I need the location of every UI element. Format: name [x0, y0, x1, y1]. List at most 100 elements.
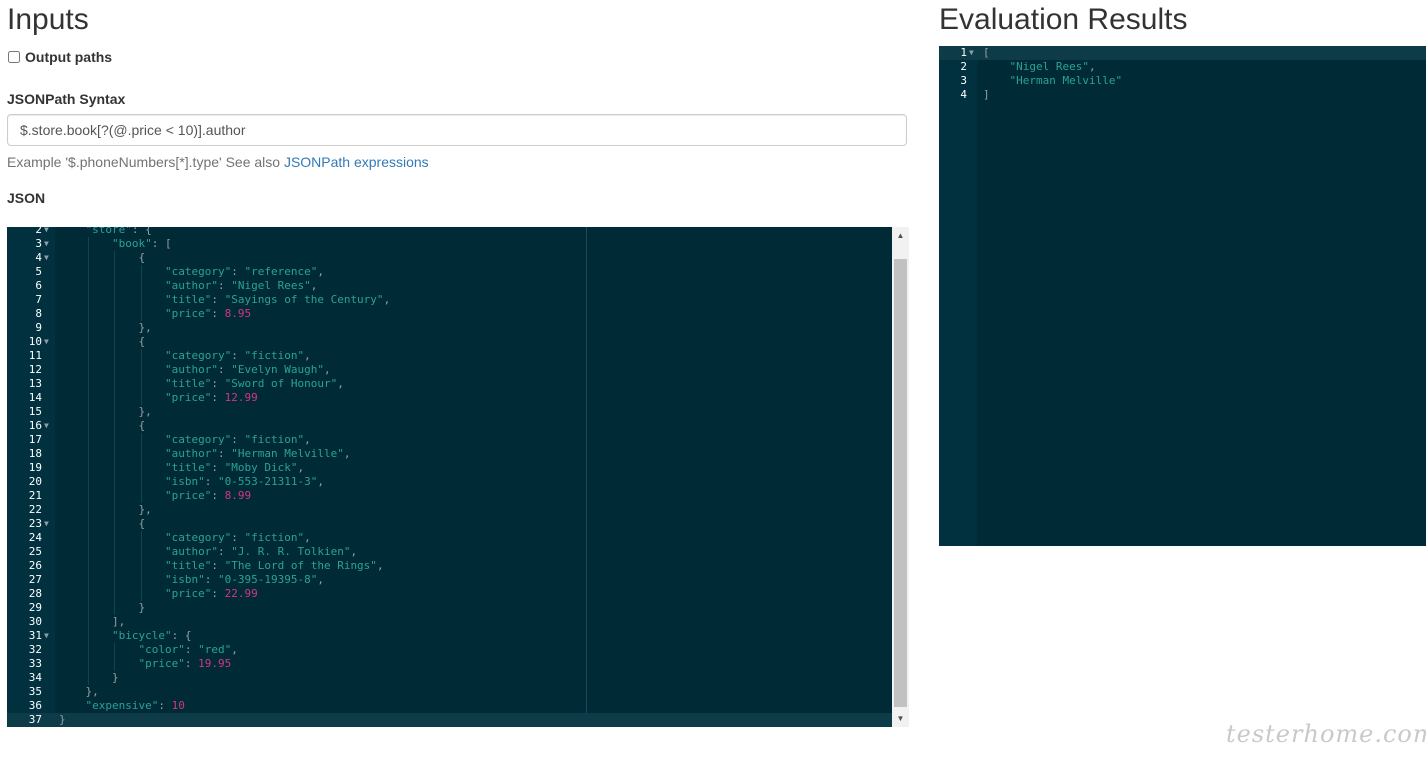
json-string: "fiction": [244, 349, 305, 362]
code-line[interactable]: 28 "price": 22.99: [7, 587, 892, 601]
code-line[interactable]: 23 ▼ {: [7, 517, 892, 531]
json-key: "price": [165, 489, 212, 502]
fold-arrow-icon[interactable]: ▼: [44, 419, 49, 433]
indent-guide: [114, 503, 115, 517]
indent-guide: [140, 545, 142, 559]
code-text: "category": "fiction",: [165, 433, 311, 447]
code-line[interactable]: 2 ▼ "store": {: [7, 227, 892, 237]
code-line[interactable]: 35},: [7, 685, 892, 699]
line-number: 4: [960, 88, 967, 101]
indent-guide: [114, 489, 115, 503]
code-line[interactable]: 6 "author": "Nigel Rees",: [7, 279, 892, 293]
scroll-up-arrow-icon[interactable]: ▲: [892, 227, 909, 244]
output-paths-label[interactable]: Output paths: [25, 49, 112, 65]
scroll-down-arrow-icon[interactable]: ▼: [892, 710, 909, 727]
code-text: },: [139, 503, 152, 517]
results-editor[interactable]: 1 ▼[2 "Nigel Rees", 3 "Herman Melville" 4]: [939, 46, 1426, 546]
json-key: "bicycle": [112, 629, 172, 642]
code-line[interactable]: 34}: [7, 671, 892, 685]
code-line[interactable]: 20 "isbn": "0-553-21311-3",: [7, 475, 892, 489]
jsonpath-query-input[interactable]: [7, 114, 907, 146]
line-number: 6: [35, 279, 42, 292]
code-line[interactable]: 4]: [939, 88, 1426, 102]
code-line[interactable]: 15},: [7, 405, 892, 419]
jsonpath-expressions-link[interactable]: JSONPath expressions: [284, 154, 429, 170]
code-line[interactable]: 24 "category": "fiction",: [7, 531, 892, 545]
indent-guide: [140, 265, 142, 279]
json-editor[interactable]: 2 ▼ "store": {3 ▼ "book": [4 ▼{5 "category": "…: [7, 227, 892, 727]
indent-guide: [114, 265, 115, 279]
json-key: "price": [138, 657, 185, 670]
code-line[interactable]: 9},: [7, 321, 892, 335]
indent-guide: [87, 321, 89, 335]
code-line[interactable]: 3 ▼ "book": [: [7, 237, 892, 251]
code-line[interactable]: 7 "title": "Sayings of the Century",: [7, 293, 892, 307]
indent-guide: [87, 307, 89, 321]
results-code-area[interactable]: 1 ▼[2 "Nigel Rees", 3 "Herman Melville" 4]: [939, 46, 1426, 102]
code-line[interactable]: 11 "category": "fiction",: [7, 349, 892, 363]
code-line[interactable]: 17 "category": "fiction",: [7, 433, 892, 447]
code-line[interactable]: 8 "price": 8.95: [7, 307, 892, 321]
code-line[interactable]: 29}: [7, 601, 892, 615]
code-text: "price": 19.95: [139, 657, 232, 671]
code-text: {: [139, 335, 146, 349]
code-line[interactable]: 37}: [7, 713, 892, 727]
line-number: 37: [28, 713, 42, 726]
json-punctuation: ,: [337, 377, 344, 390]
json-punctuation: ,: [310, 279, 318, 292]
code-line[interactable]: 31 ▼ "bicycle": {: [7, 629, 892, 643]
json-key: "category": [165, 531, 232, 544]
code-line[interactable]: 1 ▼ [: [939, 46, 1426, 60]
code-line[interactable]: 13 "title": "Sword of Honour",: [7, 377, 892, 391]
code-line[interactable]: 33 "price": 19.95: [7, 657, 892, 671]
code-line[interactable]: 16 ▼ {: [7, 419, 892, 433]
output-paths-checkbox[interactable]: [8, 51, 20, 63]
code-line[interactable]: 3 "Herman Melville": [939, 74, 1426, 88]
fold-arrow-icon[interactable]: ▼: [969, 46, 974, 60]
fold-arrow-icon[interactable]: ▼: [44, 251, 49, 265]
json-key: "title": [165, 559, 212, 572]
json-string: "0-553-21311-3": [218, 475, 318, 488]
fold-arrow-icon[interactable]: ▼: [44, 335, 49, 349]
json-punctuation: : [: [151, 237, 172, 250]
code-line[interactable]: 27 "isbn": "0-395-19395-8",: [7, 573, 892, 587]
code-line[interactable]: 18 "author": "Herman Melville",: [7, 447, 892, 461]
output-paths-row: Output paths: [7, 49, 112, 65]
code-text: },: [139, 405, 152, 419]
indent-guide: [87, 615, 89, 629]
fold-arrow-icon[interactable]: ▼: [44, 629, 49, 643]
code-line[interactable]: 21 "price": 8.99: [7, 489, 892, 503]
code-line[interactable]: 25 "author": "J. R. R. Tolkien",: [7, 545, 892, 559]
code-text: "price": 12.99: [165, 391, 258, 405]
json-string: "Herman Melville": [1009, 74, 1123, 87]
indent-guide: [87, 419, 89, 433]
fold-arrow-icon[interactable]: ▼: [44, 227, 49, 237]
indent-guide: [114, 307, 115, 321]
code-line[interactable]: 12 "author": "Evelyn Waugh",: [7, 363, 892, 377]
json-punctuation: :: [217, 545, 232, 558]
line-number: 27: [28, 573, 42, 586]
code-line[interactable]: 14 "price": 12.99: [7, 391, 892, 405]
code-line[interactable]: 22},: [7, 503, 892, 517]
code-line[interactable]: 4 ▼ {: [7, 251, 892, 265]
scrollbar-thumb[interactable]: [894, 259, 907, 707]
json-code-area[interactable]: 2 ▼ "store": {3 ▼ "book": [4 ▼{5 "category": "…: [7, 227, 892, 727]
code-line[interactable]: 10 ▼ {: [7, 335, 892, 349]
line-number: 29: [28, 601, 42, 614]
json-punctuation: ,: [317, 475, 324, 488]
json-label: JSON: [7, 190, 46, 206]
fold-arrow-icon[interactable]: ▼: [44, 517, 49, 531]
code-line[interactable]: 5 "category": "reference",: [7, 265, 892, 279]
code-line[interactable]: 2 "Nigel Rees",: [939, 60, 1426, 74]
code-line[interactable]: 19 "title": "Moby Dick",: [7, 461, 892, 475]
json-string: "Sword of Honour": [224, 377, 338, 390]
json-editor-scrollbar[interactable]: ▲ ▼: [892, 227, 909, 727]
code-line[interactable]: 26 "title": "The Lord of the Rings",: [7, 559, 892, 573]
indent-guide: [87, 475, 89, 489]
code-line[interactable]: 32 "color": "red",: [7, 643, 892, 657]
code-line[interactable]: 36 "expensive": 10: [7, 699, 892, 713]
code-line[interactable]: 30],: [7, 615, 892, 629]
indent-guide: [87, 587, 89, 601]
fold-arrow-icon[interactable]: ▼: [44, 237, 49, 251]
indent-guide: [140, 279, 142, 293]
